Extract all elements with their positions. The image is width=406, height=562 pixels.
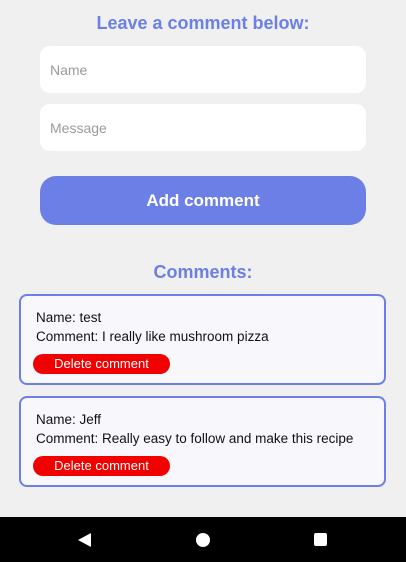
comment-author: Name: Jeff <box>36 412 102 427</box>
recents-button[interactable] <box>290 517 350 562</box>
message-field[interactable] <box>40 104 366 151</box>
back-triangle-icon <box>77 532 91 547</box>
home-circle-icon <box>196 532 210 547</box>
home-button[interactable] <box>173 517 233 562</box>
delete-comment-button[interactable]: Delete comment <box>33 354 170 374</box>
form-title: Leave a comment below: <box>96 13 310 33</box>
comment-card: Name: test Comment: I really like mushro… <box>19 294 386 385</box>
delete-comment-button[interactable]: Delete comment <box>33 456 170 476</box>
back-button[interactable] <box>54 517 114 562</box>
name-field[interactable] <box>40 46 366 93</box>
add-comment-button[interactable]: Add comment <box>40 176 366 225</box>
comment-card: Name: Jeff Comment: Really easy to follo… <box>19 396 386 487</box>
comment-text: Comment: Really easy to follow and make … <box>36 431 354 446</box>
system-navigation-bar <box>0 517 406 562</box>
recents-square-icon <box>313 533 327 546</box>
comments-title: Comments: <box>153 262 253 282</box>
comment-text: Comment: I really like mushroom pizza <box>36 329 269 344</box>
comment-author: Name: test <box>36 310 102 325</box>
